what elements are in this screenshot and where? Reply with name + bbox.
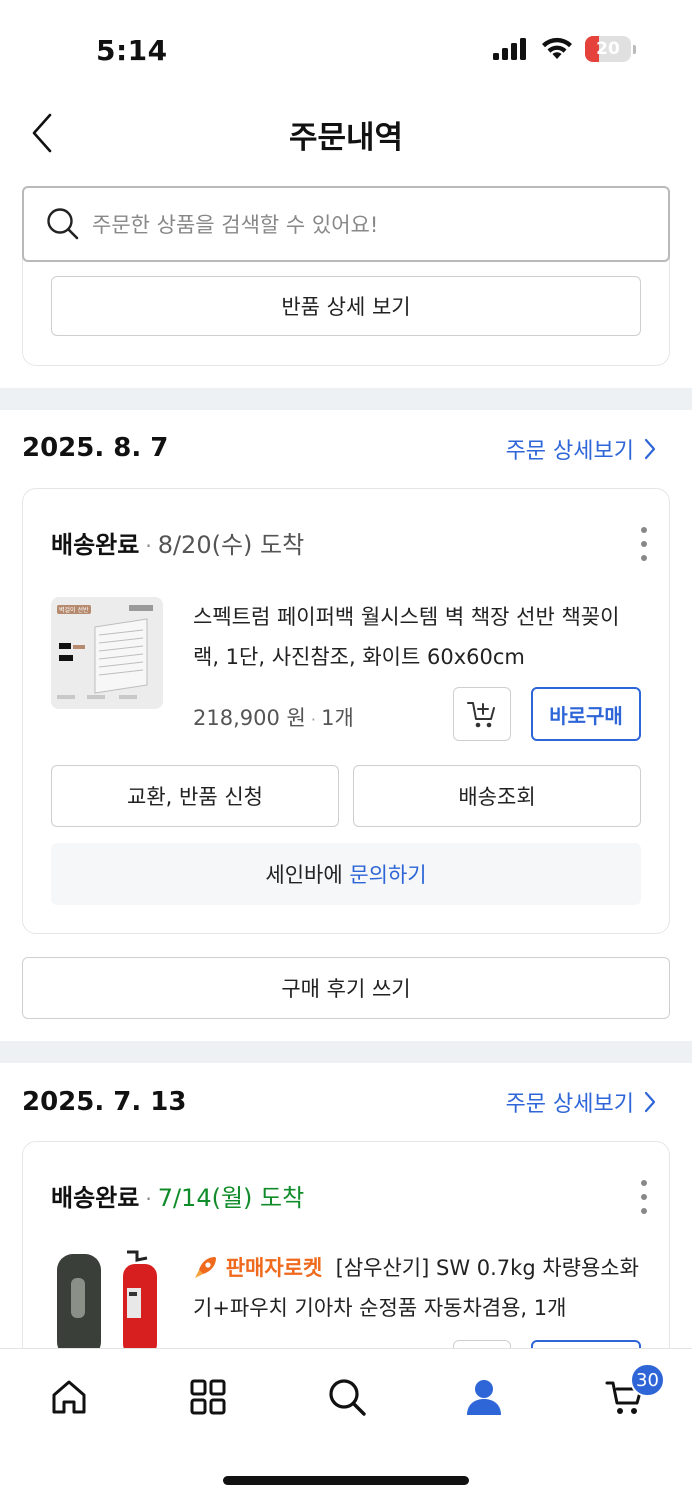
thumb-badge-text: 벽걸이 선반 bbox=[59, 606, 89, 614]
tab-search[interactable] bbox=[325, 1375, 369, 1419]
inquiry-link[interactable]: 문의하기 bbox=[349, 859, 426, 889]
status-icons: 20 bbox=[493, 36, 636, 62]
status-label: 배송완료 bbox=[51, 531, 140, 559]
product-name[interactable]: 판매자로켓 [삼우산기] SW 0.7kg 차량용소화기+파우치 기아차 순정품… bbox=[193, 1248, 645, 1328]
chevron-right-icon bbox=[644, 438, 656, 460]
status-separator: · bbox=[145, 1187, 152, 1211]
category-grid-icon bbox=[190, 1379, 226, 1415]
tab-my-page[interactable] bbox=[462, 1375, 506, 1419]
battery-indicator: 20 bbox=[585, 36, 631, 62]
arrival-date: 7/14(월) 도착 bbox=[157, 1184, 305, 1212]
product-qty: 1개 bbox=[321, 706, 354, 730]
tab-home[interactable] bbox=[47, 1375, 91, 1419]
rocket-icon bbox=[193, 1256, 226, 1280]
order-detail-link[interactable]: 주문 상세보기 bbox=[506, 1086, 656, 1118]
status-time: 5:14 bbox=[96, 34, 168, 67]
order-detail-label: 주문 상세보기 bbox=[505, 439, 634, 464]
wifi-icon bbox=[542, 37, 572, 59]
page-title: 주문내역 bbox=[288, 120, 404, 156]
delivery-status: 배송완료 · 7/14(월) 도착 bbox=[51, 1178, 304, 1213]
product-thumbnail[interactable] bbox=[51, 1248, 163, 1360]
battery-tip bbox=[633, 44, 636, 54]
inquiry-prefix: 세인바에 bbox=[265, 863, 350, 887]
arrival-date: 8/20(수) 도착 bbox=[157, 531, 305, 559]
home-indicator bbox=[223, 1476, 469, 1485]
order-date: 2025. 8. 7 bbox=[22, 433, 169, 463]
status-bar: 5:14 20 bbox=[0, 0, 692, 100]
section-divider bbox=[0, 1041, 692, 1063]
page-header: 주문내역 bbox=[0, 100, 692, 172]
battery-level: 20 bbox=[596, 39, 620, 59]
add-to-cart-button[interactable] bbox=[453, 687, 511, 741]
section-divider bbox=[0, 388, 692, 410]
more-options-icon[interactable] bbox=[639, 527, 649, 561]
shelf-product-image: 벽걸이 선반 bbox=[51, 597, 163, 709]
cart-count-badge: 30 bbox=[630, 1363, 665, 1397]
search-placeholder: 주문한 상품을 검색할 수 있어요! bbox=[92, 213, 379, 237]
more-options-icon[interactable] bbox=[639, 1180, 649, 1214]
write-review-button[interactable]: 구매 후기 쓰기 bbox=[22, 957, 670, 1019]
order-card: 배송완료 · 8/20(수) 도착 벽걸이 선반 스펙트럼 페이퍼백 월시스템 … bbox=[22, 488, 670, 934]
add-cart-icon bbox=[467, 702, 495, 728]
buy-now-button[interactable]: 바로구매 bbox=[531, 687, 641, 741]
cellular-signal-icon bbox=[493, 38, 526, 60]
order-detail-link[interactable]: 주문 상세보기 bbox=[506, 433, 656, 465]
order-date: 2025. 7. 13 bbox=[22, 1087, 187, 1117]
delivery-status: 배송완료 · 8/20(수) 도착 bbox=[51, 525, 304, 560]
search-input[interactable]: 주문한 상품을 검색할 수 있어요! bbox=[22, 186, 670, 262]
seller-inquiry-button[interactable]: 세인바에 문의하기 bbox=[51, 843, 641, 905]
product-price: 218,900 원 bbox=[193, 706, 306, 730]
track-shipping-button[interactable]: 배송조회 bbox=[353, 765, 641, 827]
product-name[interactable]: 스펙트럼 페이퍼백 월시스템 벽 책장 선반 책꽂이 랙, 1단, 사진참조, … bbox=[193, 597, 645, 677]
my-page-icon bbox=[467, 1380, 501, 1415]
order-detail-label: 주문 상세보기 bbox=[505, 1092, 634, 1117]
tab-category[interactable] bbox=[186, 1375, 230, 1419]
search-icon bbox=[329, 1379, 366, 1416]
exchange-return-button[interactable]: 교환, 반품 신청 bbox=[51, 765, 339, 827]
status-label: 배송완료 bbox=[51, 1184, 140, 1212]
home-icon bbox=[52, 1380, 86, 1414]
return-detail-button[interactable]: 반품 상세 보기 bbox=[51, 276, 641, 336]
chevron-right-icon bbox=[644, 1091, 656, 1113]
product-price-qty: 218,900 원 · 1개 bbox=[193, 706, 354, 730]
product-thumbnail[interactable]: 벽걸이 선반 bbox=[51, 597, 163, 709]
search-icon bbox=[47, 208, 79, 240]
status-separator: · bbox=[145, 534, 152, 558]
fire-extinguisher-product-image bbox=[57, 1250, 157, 1358]
rocket-tag: 판매자로켓 bbox=[225, 1256, 323, 1280]
